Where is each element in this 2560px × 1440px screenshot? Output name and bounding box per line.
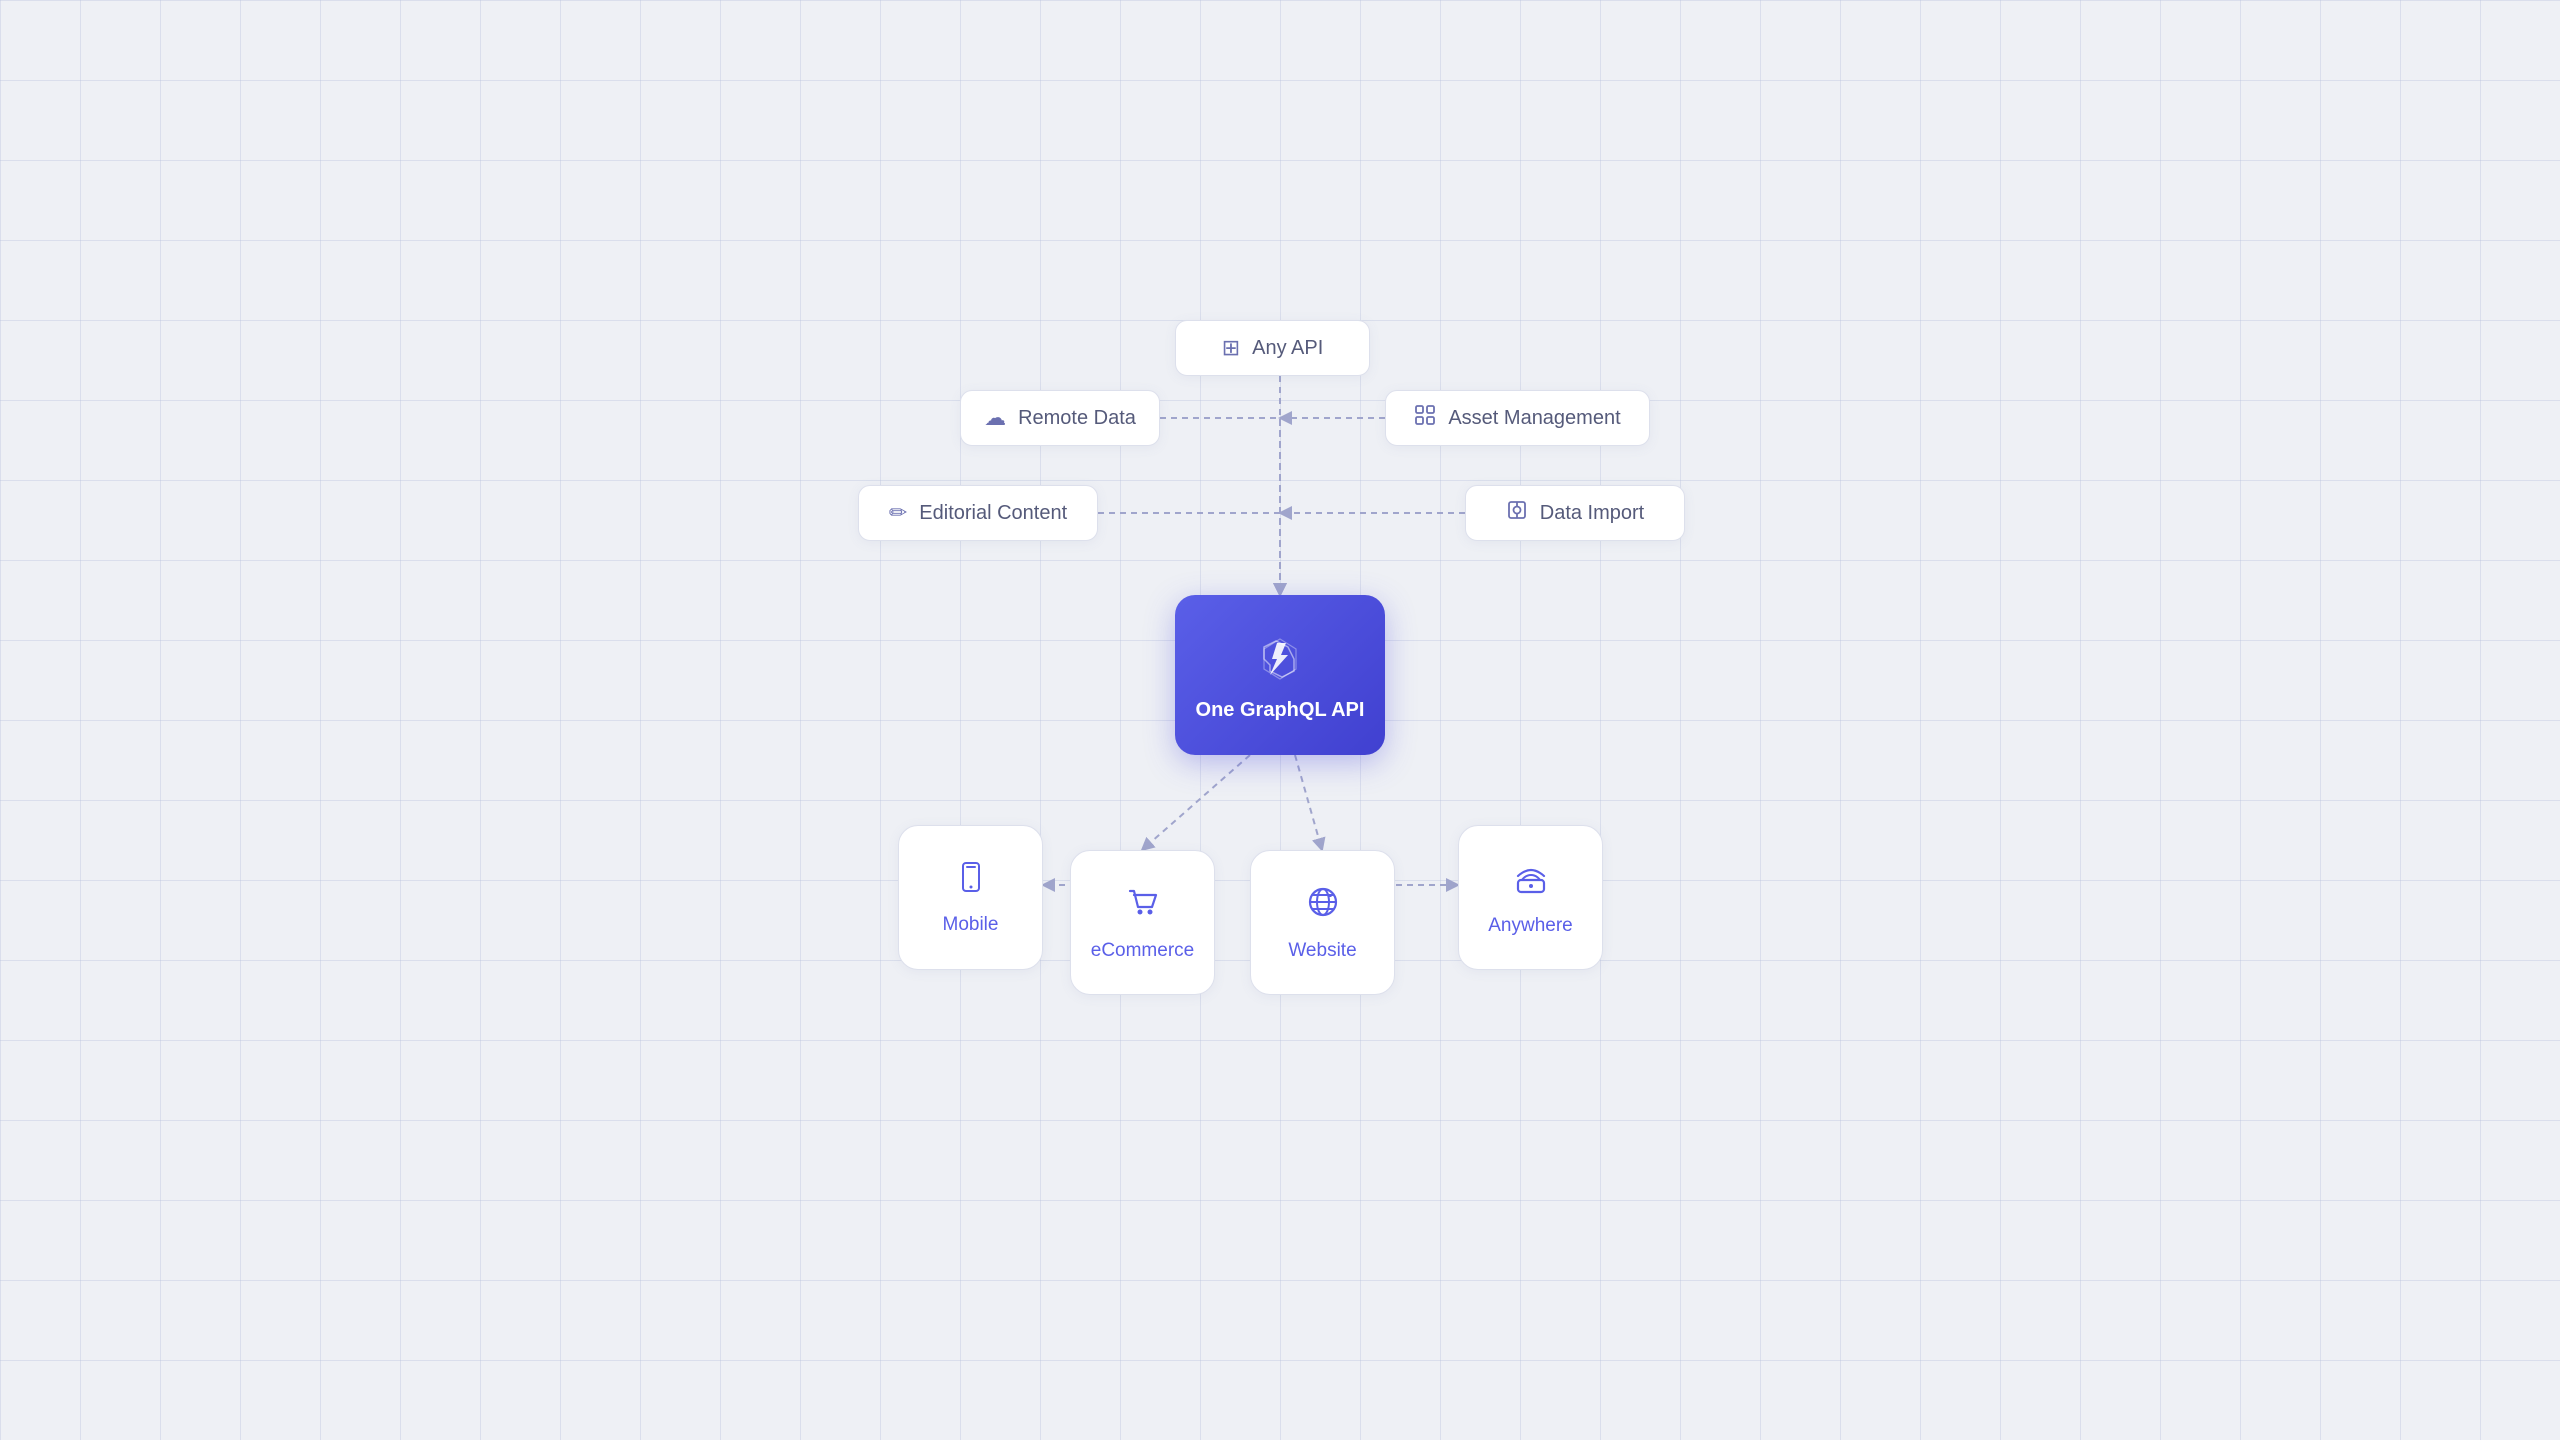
import-icon [1506, 499, 1528, 527]
cloud-icon: ☁ [984, 405, 1006, 431]
node-any-api: ⊞ Any API [1175, 320, 1370, 376]
cast-icon [1512, 858, 1550, 905]
mobile-label: Mobile [943, 914, 999, 936]
node-asset-mgmt: Asset Management [1385, 390, 1650, 446]
node-website: Website [1250, 850, 1395, 995]
node-remote-data: ☁ Remote Data [960, 390, 1160, 446]
grid-icon [1414, 404, 1436, 432]
anywhere-label: Anywhere [1488, 915, 1573, 937]
cart-icon [1124, 883, 1162, 930]
diagram-container: ⊞ Any API ☁ Remote Data Asset Management… [830, 320, 1730, 1120]
node-data-import: Data Import [1465, 485, 1685, 541]
mobile-icon [953, 859, 989, 904]
edit-icon: ✏ [889, 500, 907, 526]
asset-mgmt-label: Asset Management [1448, 407, 1620, 430]
node-editorial: ✏ Editorial Content [858, 485, 1098, 541]
graphql-logo-icon [1250, 629, 1310, 689]
node-mobile: Mobile [898, 825, 1043, 970]
node-graphql-center: One GraphQL API [1175, 595, 1385, 755]
center-label: One GraphQL API [1196, 699, 1365, 722]
data-import-label: Data Import [1540, 502, 1644, 525]
globe-icon [1304, 883, 1342, 930]
website-label: Website [1288, 940, 1356, 962]
editorial-label: Editorial Content [919, 502, 1067, 525]
ecommerce-label: eCommerce [1091, 940, 1194, 962]
any-api-label: Any API [1252, 337, 1323, 360]
node-ecommerce: eCommerce [1070, 850, 1215, 995]
api-icon: ⊞ [1222, 335, 1240, 361]
node-anywhere: Anywhere [1458, 825, 1603, 970]
remote-data-label: Remote Data [1018, 407, 1136, 430]
